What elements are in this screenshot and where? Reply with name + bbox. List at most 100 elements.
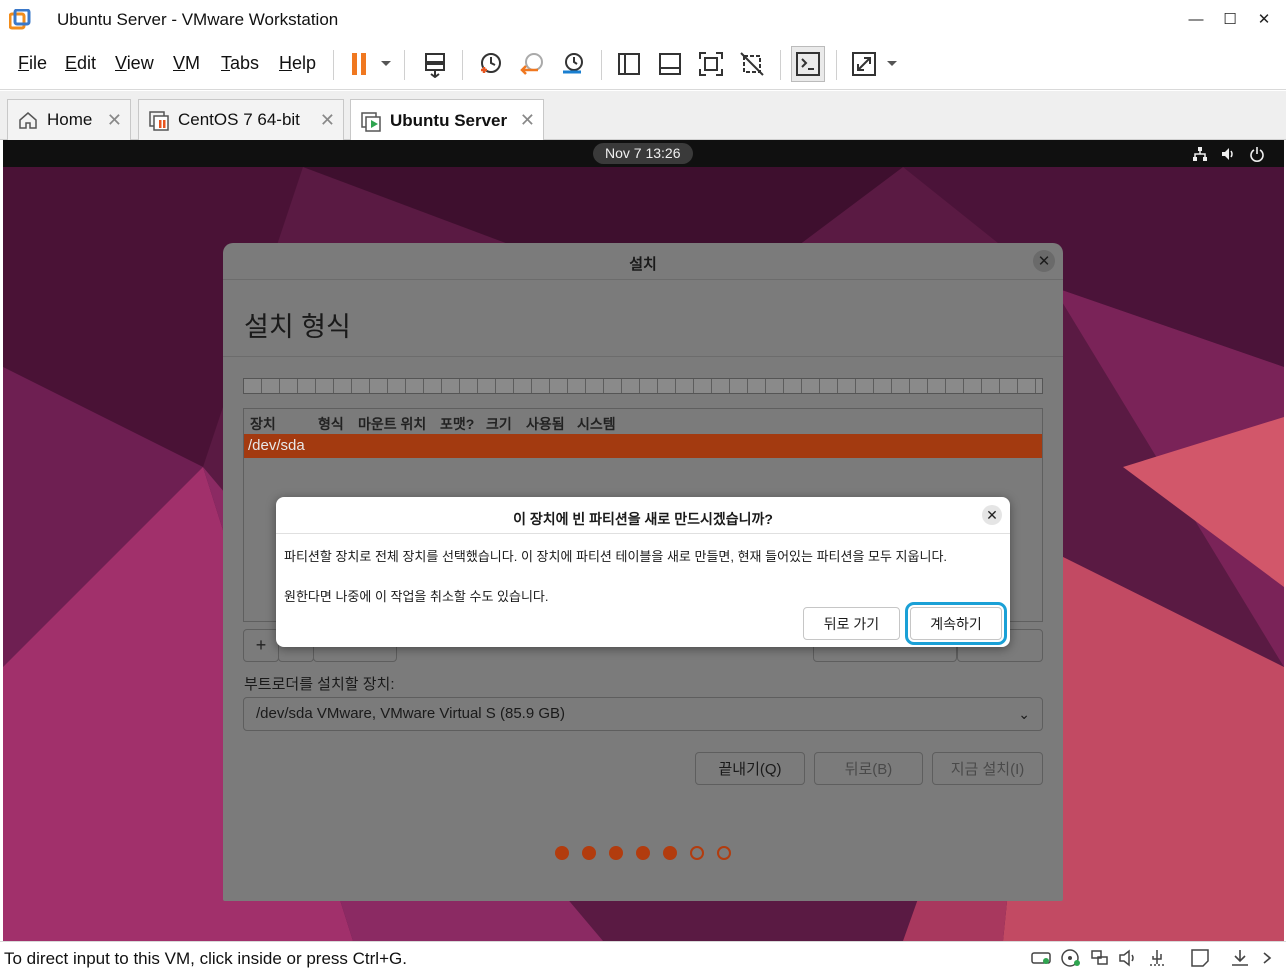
tab-strip: Home ✕ CentOS 7 64-bit ✕ Ubuntu Server ✕ — [0, 91, 1286, 141]
back-button[interactable]: 뒤로(B) — [814, 752, 923, 785]
status-message: To direct input to this VM, click inside… — [4, 949, 407, 968]
clock[interactable]: Nov 7 13:26 — [593, 143, 693, 164]
install-now-button[interactable]: 지금 설치(I) — [932, 752, 1043, 785]
quit-button[interactable]: 끝내기(Q) — [695, 752, 805, 785]
tab-close-icon[interactable]: ✕ — [320, 110, 335, 131]
tab-close-icon[interactable]: ✕ — [107, 110, 122, 131]
network-wired-icon[interactable] — [1189, 143, 1211, 165]
progress-dot — [663, 846, 677, 860]
add-partition-button[interactable]: + — [243, 629, 279, 662]
hard-disk-icon[interactable] — [1029, 946, 1053, 970]
tab-close-icon[interactable]: ✕ — [520, 110, 535, 131]
home-icon — [19, 112, 37, 129]
bottom-panel-icon — [659, 53, 681, 75]
console-view-button[interactable] — [791, 46, 825, 82]
col-device: 장치 — [250, 416, 276, 432]
vm-suspended-icon — [149, 111, 169, 131]
dialog-close-icon[interactable]: ✕ — [982, 505, 1002, 525]
partition-bar — [243, 378, 1043, 394]
cd-dvd-icon[interactable] — [1059, 946, 1083, 970]
vmware-workstation-window: Ubuntu Server - VMware Workstation — ☐ ✕… — [0, 0, 1286, 973]
snapshot-manager-button[interactable] — [556, 46, 590, 82]
pause-icon — [352, 53, 366, 75]
snapshot-clock-icon — [481, 53, 501, 73]
dialog-message: 파티션할 장치로 전체 장치를 선택했습니다. 이 장치에 파티션 테이블을 새… — [284, 549, 948, 564]
terminal-icon — [796, 52, 820, 76]
volume-icon[interactable] — [1217, 143, 1239, 165]
col-size: 크기 — [486, 416, 512, 432]
close-window-button[interactable]: ✕ — [1249, 6, 1279, 32]
progress-dot — [717, 846, 731, 860]
full-screen-button[interactable] — [694, 46, 728, 82]
stretch-guest-button[interactable] — [847, 46, 881, 82]
chevron-down-icon[interactable] — [380, 58, 392, 70]
chevron-right-icon[interactable] — [1256, 946, 1280, 970]
network-send-icon — [425, 53, 445, 78]
sidebar-layout-icon — [618, 53, 640, 75]
table-row-dev-sda[interactable]: /dev/sda — [244, 434, 1042, 458]
continue-button[interactable]: 계속하기 — [905, 602, 1007, 645]
menu-toolbar-bar: File Edit View VM Tabs Help — [0, 40, 1286, 90]
progress-dot — [690, 846, 704, 860]
col-system: 시스템 — [577, 416, 616, 432]
take-snapshot-button[interactable] — [473, 46, 507, 82]
bootloader-label: 부트로더를 설치할 장치: — [244, 676, 395, 693]
revert-snapshot-button[interactable] — [515, 46, 549, 82]
power-icon[interactable] — [1246, 143, 1268, 165]
fullscreen-icon — [699, 52, 723, 76]
progress-dot — [582, 846, 596, 860]
bootloader-device-select[interactable]: /dev/sda VMware, VMware Virtual S (85.9 … — [243, 697, 1043, 731]
installer-title: 설치 — [629, 256, 657, 273]
maximize-button[interactable]: ☐ — [1215, 6, 1245, 32]
gnome-top-bar: Nov 7 13:26 — [3, 140, 1284, 167]
col-mount: 마운트 위치 — [358, 416, 427, 432]
tab-label: CentOS 7 64-bit — [178, 110, 300, 129]
menu-view[interactable]: View — [115, 53, 154, 74]
tab-ubuntu-server[interactable]: Ubuntu Server ✕ — [350, 99, 544, 141]
minimize-button[interactable]: — — [1181, 6, 1211, 32]
menu-vm[interactable]: VM — [173, 53, 200, 74]
message-log-icon[interactable] — [1188, 946, 1212, 970]
sound-card-icon[interactable] — [1116, 946, 1140, 970]
progress-dot — [609, 846, 623, 860]
menu-tabs[interactable]: Tabs — [221, 53, 259, 74]
window-title: Ubuntu Server - VMware Workstation — [57, 10, 339, 29]
col-format: 포맷? — [440, 416, 475, 432]
status-bar: To direct input to this VM, click inside… — [0, 941, 1286, 973]
vmware-logo-icon — [9, 9, 31, 30]
usb-device-icon[interactable] — [1145, 946, 1169, 970]
show-library-button[interactable] — [612, 46, 646, 82]
tab-label: Ubuntu Server — [390, 110, 508, 130]
revert-snapshot-icon — [520, 53, 543, 75]
installer-close-icon[interactable]: ✕ — [1033, 250, 1055, 272]
send-ctrl-alt-del-button[interactable] — [418, 46, 452, 82]
progress-dot — [636, 846, 650, 860]
installer-header: 설치 ✕ — [223, 243, 1063, 280]
snapshot-manager-icon — [563, 53, 583, 74]
menu-edit[interactable]: Edit — [65, 53, 96, 74]
dialog-note: 원한다면 나중에 이 작업을 취소할 수도 있습니다. — [284, 589, 549, 604]
vm-running-icon — [361, 111, 381, 132]
show-thumbnail-bar-button[interactable] — [653, 46, 687, 82]
network-adapter-icon[interactable] — [1088, 946, 1112, 970]
menu-help[interactable]: Help — [279, 53, 316, 74]
progress-dot — [555, 846, 569, 860]
stretch-icon — [852, 52, 876, 76]
unity-mode-button[interactable] — [735, 46, 769, 82]
download-icon[interactable] — [1228, 946, 1252, 970]
go-back-button[interactable]: 뒤로 가기 — [803, 607, 900, 640]
unity-off-icon — [740, 52, 764, 76]
installer-heading: 설치 형식 — [244, 312, 351, 342]
tab-label: Home — [47, 110, 93, 129]
tab-centos[interactable]: CentOS 7 64-bit ✕ — [138, 99, 344, 140]
chevron-down-icon[interactable] — [886, 58, 898, 70]
vm-console[interactable]: Nov 7 13:26 설치 ✕ 설치 형식 장치 형식 마운트 위치 포맷? … — [3, 140, 1284, 941]
pause-button[interactable] — [342, 46, 376, 82]
col-type: 형식 — [318, 416, 344, 432]
tab-home[interactable]: Home ✕ — [7, 99, 131, 140]
dialog-title: 이 장치에 빈 파티션을 새로 만드시겠습니까? — [513, 511, 773, 527]
confirm-partition-dialog: 이 장치에 빈 파티션을 새로 만드시겠습니까? ✕ 파티션할 장치로 전체 장… — [276, 497, 1010, 647]
title-bar: Ubuntu Server - VMware Workstation — ☐ ✕ — [0, 0, 1286, 40]
col-used: 사용됨 — [526, 416, 565, 432]
menu-file[interactable]: File — [18, 53, 47, 74]
